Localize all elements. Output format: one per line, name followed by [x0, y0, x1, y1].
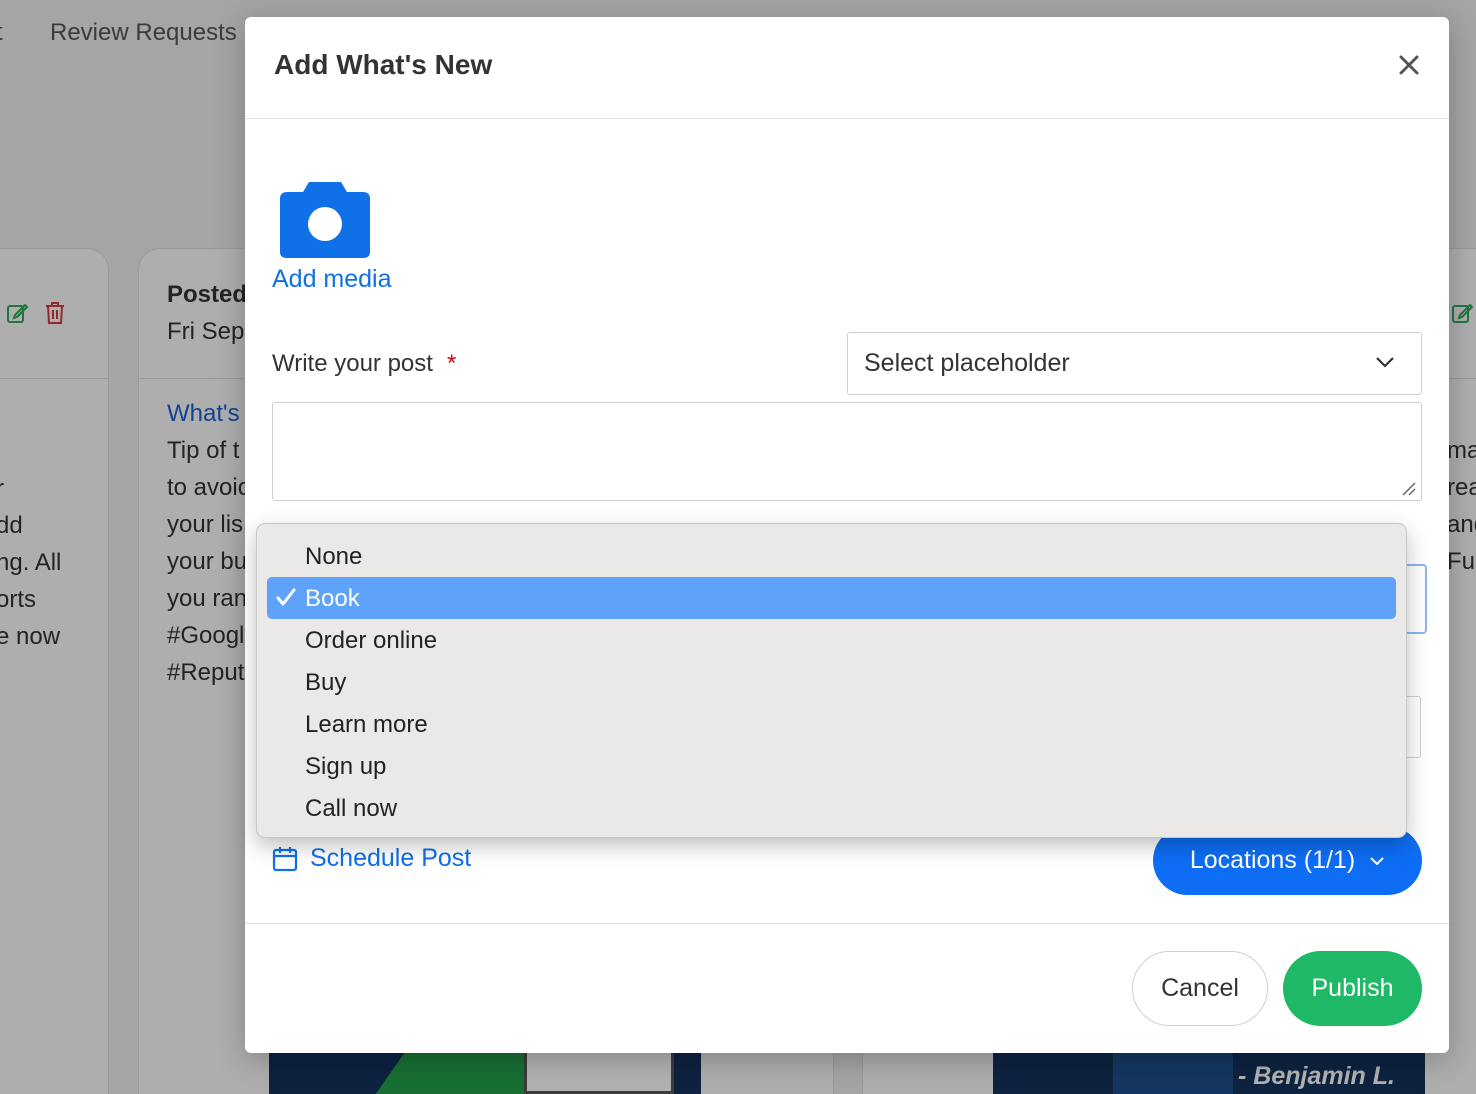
schedule-post-label: Schedule Post	[310, 844, 472, 872]
button-type-options-list: None Book Order online Buy Learn more Si…	[256, 523, 1407, 838]
write-post-text: Write your post	[272, 350, 433, 377]
write-post-label: Write your post *	[272, 350, 456, 378]
modal-header: Add What's New	[245, 17, 1449, 119]
chevron-down-icon	[1376, 357, 1394, 368]
camera-icon	[280, 182, 370, 258]
add-media-label[interactable]: Add media	[272, 265, 422, 294]
option-buy[interactable]: Buy	[267, 661, 1396, 703]
option-label: None	[305, 543, 363, 570]
select-placeholder-label: Select placeholder	[864, 349, 1070, 377]
option-label: Buy	[305, 669, 347, 696]
cancel-button[interactable]: Cancel	[1132, 951, 1268, 1026]
option-book[interactable]: Book	[267, 577, 1396, 619]
option-order-online[interactable]: Order online	[267, 619, 1396, 661]
option-sign-up[interactable]: Sign up	[267, 745, 1396, 787]
locations-label: Locations (1/1)	[1189, 846, 1356, 874]
button-type-select-edge[interactable]	[1405, 564, 1427, 634]
modal-title: Add What's New	[274, 49, 493, 80]
option-label: Book	[305, 585, 360, 612]
checkmark-icon	[276, 588, 296, 606]
post-text-input[interactable]	[272, 402, 1422, 501]
modal-footer: Cancel Publish	[245, 923, 1449, 1053]
chevron-down-icon	[1370, 856, 1384, 865]
option-label: Order online	[305, 627, 438, 654]
schedule-post-button[interactable]: Schedule Post	[272, 844, 471, 873]
option-learn-more[interactable]: Learn more	[267, 703, 1396, 745]
publish-button[interactable]: Publish	[1283, 951, 1422, 1026]
required-marker: *	[446, 350, 457, 377]
add-media-button[interactable]: Add media	[272, 179, 422, 294]
close-icon[interactable]	[1395, 51, 1423, 79]
option-label: Learn more	[305, 711, 428, 738]
select-placeholder-dropdown[interactable]: Select placeholder	[847, 332, 1422, 395]
option-none[interactable]: None	[267, 535, 1396, 577]
option-call-now[interactable]: Call now	[267, 787, 1396, 829]
option-label: Call now	[305, 795, 398, 822]
option-label: Sign up	[305, 753, 387, 780]
url-field-edge[interactable]	[1405, 696, 1421, 758]
calendar-icon	[272, 846, 298, 871]
resize-grip-icon[interactable]	[1401, 481, 1417, 497]
